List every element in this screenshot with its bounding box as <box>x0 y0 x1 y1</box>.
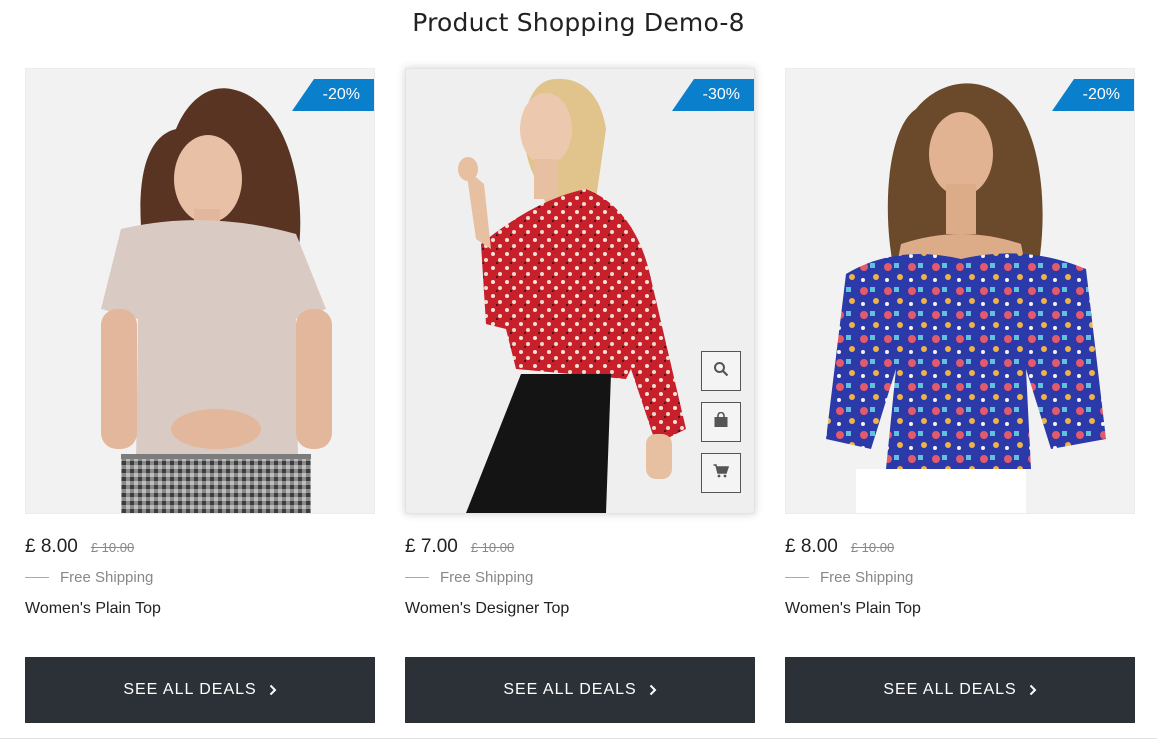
quick-view-button[interactable] <box>701 351 741 391</box>
shipping-info: Free Shipping <box>25 569 375 586</box>
see-all-deals-button[interactable]: SEE ALL DEALS <box>25 657 375 723</box>
cart-icon <box>713 463 730 484</box>
model-photo-printed-top <box>786 69 1134 513</box>
shipping-info: Free Shipping <box>405 569 755 586</box>
model-photo-plain-top <box>26 69 374 513</box>
see-all-deals-button[interactable]: SEE ALL DEALS <box>785 657 1135 723</box>
price-row: £ 8.00 £ 10.00 <box>785 536 1135 560</box>
search-icon <box>713 361 729 382</box>
see-all-deals-button[interactable]: SEE ALL DEALS <box>405 657 755 723</box>
original-price: £ 10.00 <box>850 540 895 555</box>
page-title: Product Shopping Demo-8 <box>412 8 745 37</box>
divider <box>405 577 429 578</box>
product-name[interactable]: Women's Plain Top <box>785 600 1135 618</box>
sale-price: £ 8.00 <box>25 536 78 557</box>
button-label: SEE ALL DEALS <box>503 681 637 698</box>
product-name[interactable]: Women's Plain Top <box>25 600 375 618</box>
quick-actions <box>701 351 741 504</box>
shopping-bag-icon <box>713 411 729 433</box>
shipping-label: Free Shipping <box>820 569 914 586</box>
product-name[interactable]: Women's Designer Top <box>405 600 755 618</box>
shipping-info: Free Shipping <box>785 569 1135 586</box>
product-card: -20% £ 8.00 £ 10.00 Free Shipping Women'… <box>25 68 375 723</box>
divider <box>0 738 1157 739</box>
chevron-right-icon <box>1029 684 1037 696</box>
divider <box>25 577 49 578</box>
product-image[interactable]: -20% <box>785 68 1135 514</box>
product-image[interactable]: -30% <box>405 68 755 514</box>
button-label: SEE ALL DEALS <box>123 681 257 698</box>
add-to-cart-button[interactable] <box>701 453 741 493</box>
original-price: £ 10.00 <box>470 540 515 555</box>
chevron-right-icon <box>269 684 277 696</box>
sale-price: £ 7.00 <box>405 536 458 557</box>
sale-price: £ 8.00 <box>785 536 838 557</box>
product-card: -30% £ 7.00 £ 10.00 Free Shipping Women'… <box>405 68 755 723</box>
divider <box>785 577 809 578</box>
original-price: £ 10.00 <box>90 540 135 555</box>
product-image[interactable]: -20% <box>25 68 375 514</box>
price-row: £ 7.00 £ 10.00 <box>405 536 755 560</box>
product-card: -20% £ 8.00 £ 10.00 Free Shipping Women'… <box>785 68 1135 723</box>
price-row: £ 8.00 £ 10.00 <box>25 536 375 560</box>
button-label: SEE ALL DEALS <box>883 681 1017 698</box>
shipping-label: Free Shipping <box>440 569 534 586</box>
wishlist-bag-button[interactable] <box>701 402 741 442</box>
chevron-right-icon <box>649 684 657 696</box>
shipping-label: Free Shipping <box>60 569 154 586</box>
